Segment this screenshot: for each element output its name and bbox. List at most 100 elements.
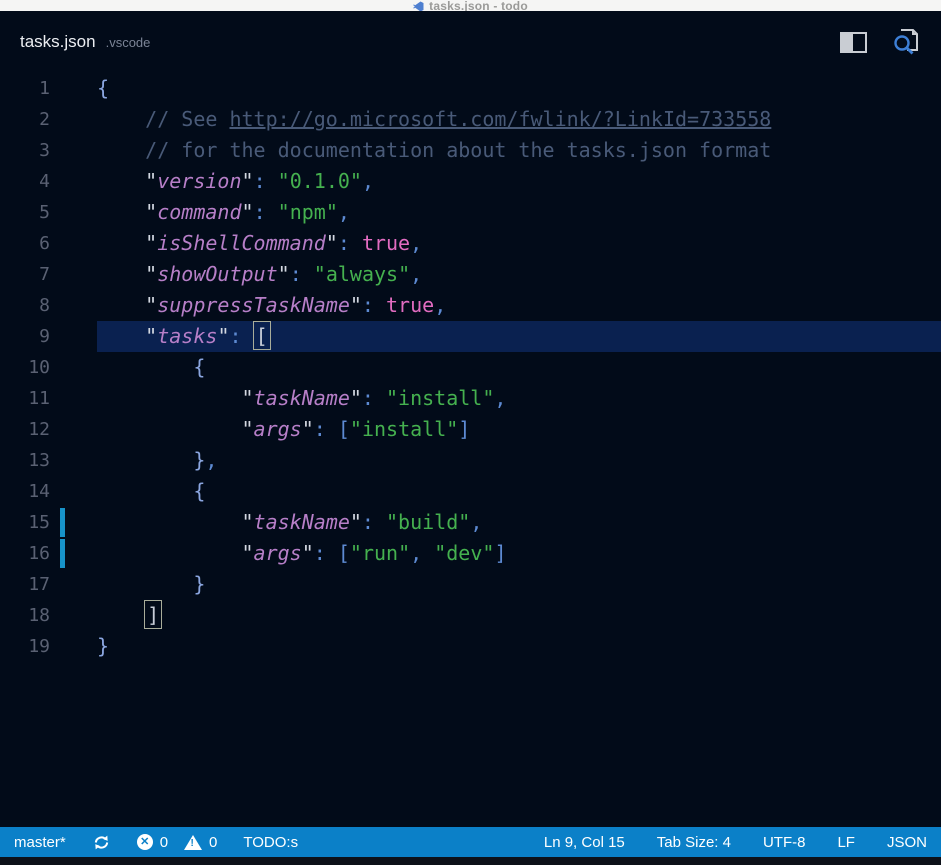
cursor-position-indicator[interactable]: Ln 9, Col 15 (544, 834, 625, 851)
code-line-content[interactable]: "suppressTaskName": true, (97, 290, 941, 321)
code-token-string: "install" (350, 417, 458, 441)
code-token-plain (97, 200, 145, 224)
code-token-quote: " (302, 417, 314, 441)
code-token-brace: } (97, 634, 109, 658)
line-number[interactable]: 15 (0, 507, 50, 538)
line-number[interactable]: 13 (0, 445, 50, 476)
code-token-quote: " (145, 169, 157, 193)
code-line[interactable]: 8 "suppressTaskName": true, (0, 290, 941, 321)
line-number[interactable]: 14 (0, 476, 50, 507)
open-preview-icon[interactable] (891, 28, 921, 56)
line-number[interactable]: 10 (0, 352, 50, 383)
code-token-quote: " (326, 231, 338, 255)
code-line[interactable]: 1{ (0, 73, 941, 104)
code-token-brace: } (193, 572, 205, 596)
code-line-content[interactable]: { (97, 476, 941, 507)
code-token-quote: " (278, 262, 290, 286)
code-line[interactable]: 17 } (0, 569, 941, 600)
code-line[interactable]: 15 "taskName": "build", (0, 507, 941, 538)
gutter (50, 569, 97, 600)
code-token-string: "0.1.0" (278, 169, 362, 193)
code-token-plain (97, 262, 145, 286)
eol-indicator[interactable]: LF (837, 834, 855, 851)
line-number[interactable]: 7 (0, 259, 50, 290)
code-line[interactable]: 14 { (0, 476, 941, 507)
split-editor-icon[interactable] (840, 32, 867, 53)
code-line-content[interactable]: // See http://go.microsoft.com/fwlink/?L… (97, 104, 941, 135)
code-line[interactable]: 19} (0, 631, 941, 662)
tab-size-indicator[interactable]: Tab Size: 4 (657, 834, 731, 851)
code-line-content[interactable]: "showOutput": "always", (97, 259, 941, 290)
code-line-content[interactable]: "taskName": "install", (97, 383, 941, 414)
code-line[interactable]: 13 }, (0, 445, 941, 476)
line-number[interactable]: 5 (0, 197, 50, 228)
code-line[interactable]: 4 "version": "0.1.0", (0, 166, 941, 197)
line-number[interactable]: 4 (0, 166, 50, 197)
code-line-content[interactable]: "command": "npm", (97, 197, 941, 228)
code-line-content[interactable]: ] (97, 600, 941, 631)
code-line[interactable]: 2 // See http://go.microsoft.com/fwlink/… (0, 104, 941, 135)
warning-icon: ! (184, 835, 202, 850)
gutter (50, 507, 97, 538)
line-number[interactable]: 17 (0, 569, 50, 600)
code-token-punct: : (254, 200, 278, 224)
code-line-content[interactable]: }, (97, 445, 941, 476)
sync-button[interactable] (92, 833, 111, 852)
line-number[interactable]: 8 (0, 290, 50, 321)
code-token-string: "run" (350, 541, 410, 565)
line-number[interactable]: 19 (0, 631, 50, 662)
code-line-content[interactable]: } (97, 569, 941, 600)
code-line[interactable]: 9 "tasks": [ (0, 321, 941, 352)
code-token-quote: " (242, 169, 254, 193)
line-number[interactable]: 6 (0, 228, 50, 259)
git-branch-indicator[interactable]: master* (14, 834, 66, 851)
code-token-plain (97, 107, 145, 131)
line-number[interactable]: 18 (0, 600, 50, 631)
line-number[interactable]: 12 (0, 414, 50, 445)
code-line-content[interactable]: "args": ["run", "dev"] (97, 538, 941, 569)
todo-indicator[interactable]: TODO:s (243, 834, 298, 851)
code-line-content[interactable]: "tasks": [ (97, 321, 941, 352)
code-line-content[interactable]: "isShellCommand": true, (97, 228, 941, 259)
code-token-brace: { (193, 479, 205, 503)
code-line[interactable]: 3 // for the documentation about the tas… (0, 135, 941, 166)
gutter (50, 73, 97, 104)
code-line[interactable]: 16 "args": ["run", "dev"] (0, 538, 941, 569)
line-number[interactable]: 2 (0, 104, 50, 135)
code-token-string: "install" (386, 386, 494, 410)
code-line[interactable]: 12 "args": ["install"] (0, 414, 941, 445)
code-line-content[interactable]: "taskName": "build", (97, 507, 941, 538)
code-token-punct: : (362, 386, 386, 410)
code-line-content[interactable]: { (97, 352, 941, 383)
code-line-content[interactable]: "version": "0.1.0", (97, 166, 941, 197)
code-token-plain (97, 169, 145, 193)
code-line[interactable]: 7 "showOutput": "always", (0, 259, 941, 290)
code-line[interactable]: 10 { (0, 352, 941, 383)
code-token-punct: : (362, 510, 386, 534)
line-number[interactable]: 3 (0, 135, 50, 166)
code-line[interactable]: 6 "isShellCommand": true, (0, 228, 941, 259)
problems-indicator[interactable]: ✕ 0 ! 0 (137, 834, 218, 851)
line-number[interactable]: 1 (0, 73, 50, 104)
encoding-indicator[interactable]: UTF-8 (763, 834, 806, 851)
line-number[interactable]: 9 (0, 321, 50, 352)
gutter-modified-indicator (60, 539, 65, 568)
code-line-content[interactable]: "args": ["install"] (97, 414, 941, 445)
language-mode-indicator[interactable]: JSON (887, 834, 927, 851)
gutter (50, 445, 97, 476)
line-number[interactable]: 11 (0, 383, 50, 414)
code-line-content[interactable]: // for the documentation about the tasks… (97, 135, 941, 166)
gutter (50, 228, 97, 259)
code-line[interactable]: 11 "taskName": "install", (0, 383, 941, 414)
code-line-content[interactable]: { (97, 73, 941, 104)
encoding-label: UTF-8 (763, 834, 806, 851)
line-number[interactable]: 16 (0, 538, 50, 569)
gutter (50, 104, 97, 135)
os-window-titlebar: tasks.json - todo (0, 0, 941, 11)
code-line[interactable]: 18 ] (0, 600, 941, 631)
code-token-punct: : (229, 324, 253, 348)
code-editor[interactable]: 1{2 // See http://go.microsoft.com/fwlin… (0, 73, 941, 827)
code-token-quote: " (145, 324, 157, 348)
code-line-content[interactable]: } (97, 631, 941, 662)
code-line[interactable]: 5 "command": "npm", (0, 197, 941, 228)
